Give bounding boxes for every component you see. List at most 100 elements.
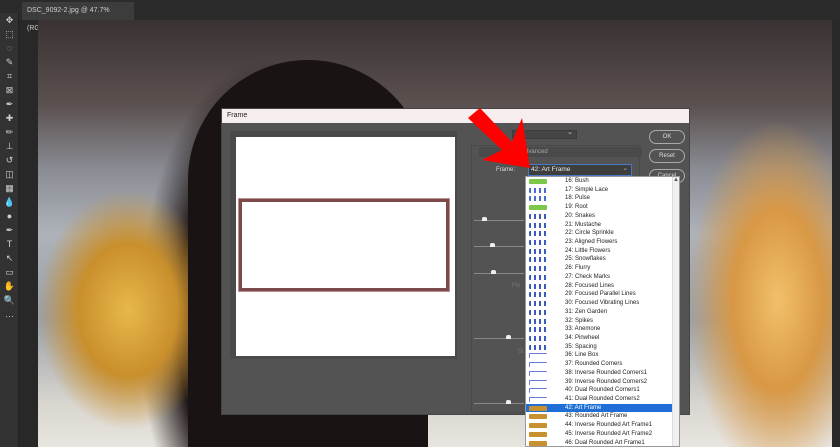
frame-option[interactable]: 19: Root [526,203,679,212]
frame-option[interactable]: 23: Aligned Flowers [526,238,679,247]
brush-icon[interactable]: ✏ [0,125,19,139]
frame-option[interactable]: 43: Rounded Art Frame [526,412,679,421]
scrollbar[interactable]: ▲ [672,177,679,446]
frame-option-label: 35: Spacing [565,343,597,350]
more-icon[interactable]: … [0,307,19,321]
frame-option[interactable]: 38: Inverse Rounded Corners1 [526,369,679,378]
frame-option[interactable]: 22: Circle Sprinkle [526,229,679,238]
frame-icon[interactable]: ⊠ [0,83,19,97]
frame-option[interactable]: 44: Inverse Rounded Art Frame1 [526,421,679,430]
slider-handle[interactable] [506,400,511,404]
pen-icon[interactable]: ✒ [0,223,19,237]
frame-thumbnail-icon [529,179,547,184]
frame-option[interactable]: 36: Line Box [526,351,679,360]
option-label: Si [518,349,524,355]
frame-option[interactable]: 27: Check Marks [526,273,679,282]
frame-thumbnail-icon [529,283,547,289]
frame-thumbnail-icon [529,318,547,324]
quick-select-icon[interactable]: ✎ [0,55,19,69]
frame-thumbnail-icon [529,370,547,376]
frame-option[interactable]: 35: Spacing [526,343,679,352]
marquee-icon[interactable]: ⬚ [0,27,19,41]
scroll-up-icon[interactable]: ▲ [673,177,679,183]
frame-option-label: 22: Circle Sprinkle [565,230,614,237]
zoom-icon[interactable]: 🔍 [0,293,19,307]
stamp-icon[interactable]: ⊥ [0,139,19,153]
frame-thumbnail-icon [529,423,547,429]
frame-option[interactable]: 28: Focused Lines [526,282,679,291]
gradient-icon[interactable]: ▦ [0,181,19,195]
frame-option[interactable]: 30: Focused Vibrating Lines [526,299,679,308]
type-icon[interactable]: T [0,237,19,251]
frame-option[interactable]: 16: Bush [526,177,679,186]
frame-option[interactable]: 18: Pulse [526,194,679,203]
frame-option[interactable]: 42: Art Frame [526,403,679,413]
frame-option[interactable]: 39: Inverse Rounded Corners2 [526,378,679,387]
slider[interactable] [474,217,524,221]
healing-icon[interactable]: ✚ [0,111,19,125]
path-select-icon[interactable]: ↖ [0,251,19,265]
frame-option-label: 43: Rounded Art Frame [565,413,628,420]
frame-option[interactable]: 32: Spikes [526,317,679,326]
frame-option[interactable]: 33: Anemone [526,325,679,334]
frame-option-label: 25: Snowflakes [565,256,606,263]
eraser-icon[interactable]: ◫ [0,167,19,181]
frame-option-label: 18: Pulse [565,195,591,202]
document-tab[interactable]: DSC_9092-2.jpg @ 47.7% (RGB/8)× [22,2,134,32]
frame-thumbnail-icon [529,327,547,333]
frame-option[interactable]: 21: Mustache [526,221,679,230]
hand-icon[interactable]: ✋ [0,279,19,293]
slider-handle[interactable] [506,335,511,339]
frame-option-label: 46: Dual Rounded Art Frame1 [565,439,645,446]
slider[interactable] [474,243,524,247]
frame-option[interactable]: 20: Snakes [526,212,679,221]
frame-option-label: 17: Simple Lace [565,186,609,193]
dodge-icon[interactable]: ● [0,209,19,223]
frame-option[interactable]: 26: Flurry [526,264,679,273]
frame-option-label: 28: Focused Lines [565,282,615,289]
frame-thumbnail-icon [529,248,547,254]
frame-option-label: 32: Spikes [565,317,594,324]
frame-option[interactable]: 31: Zen Garden [526,308,679,317]
history-brush-icon[interactable]: ↺ [0,153,19,167]
frame-dropdown-list[interactable]: 16: Bush 17: Simple Lace 18: Pulse 19: Root… [525,176,680,447]
slider-handle[interactable] [482,217,487,221]
frame-option[interactable]: 34: Pinwheel [526,334,679,343]
frame-option[interactable]: 29: Focused Parallel Lines [526,290,679,299]
lasso-icon[interactable]: ◌ [0,41,19,55]
frame-option[interactable]: 40: Dual Rounded Corners1 [526,386,679,395]
crop-icon[interactable]: ⌗ [0,69,19,83]
frame-thumbnail-icon [529,240,547,246]
tools-panel: ✥ ⬚ ◌ ✎ ⌗ ⊠ ✒ ✚ ✏ ⊥ ↺ ◫ ▦ 💧 ● ✒ T ↖ ▭ ✋ 🔍… [0,13,19,447]
frame-option-label: 30: Focused Vibrating Lines [565,300,640,307]
slider[interactable] [474,270,524,274]
slider[interactable] [474,400,524,404]
frame-option[interactable]: 17: Simple Lace [526,186,679,195]
tab-advanced[interactable]: Advanced [521,149,548,155]
frame-select[interactable]: 42: Art Frame ⌄ [528,164,632,176]
move-icon[interactable]: ✥ [0,13,19,27]
blur-icon[interactable]: 💧 [0,195,19,209]
slider-handle[interactable] [491,270,496,274]
frame-option[interactable]: 45: Inverse Rounded Art Frame2 [526,430,679,439]
reset-button[interactable]: Reset [649,149,685,163]
frame-thumbnail-icon [529,309,547,315]
eyedropper-icon[interactable]: ✒ [0,97,19,111]
ok-button[interactable]: OK [649,130,685,144]
preset-select[interactable] [512,128,577,139]
frame-option[interactable]: 41: Dual Rounded Corners2 [526,395,679,404]
frame-option-label: 23: Aligned Flowers [565,239,618,246]
frame-option[interactable]: 46: Dual Rounded Art Frame1 [526,439,679,446]
frame-option[interactable]: 25: Snowflakes [526,255,679,264]
frame-option[interactable]: 24: Little Flowers [526,247,679,256]
shape-icon[interactable]: ▭ [0,265,19,279]
frame-option-label: 45: Inverse Rounded Art Frame2 [565,430,653,437]
frame-label: Frame: [496,167,516,173]
slider[interactable] [474,335,524,339]
mode-tabs[interactable]: Advanced [479,147,642,157]
frame-thumbnail-icon [529,405,547,411]
slider-handle[interactable] [490,243,495,247]
frame-option[interactable]: 37: Rounded Corners [526,360,679,369]
frame-select-value: 42: Art Frame [531,166,571,173]
frame-option-label: 21: Mustache [565,221,602,228]
